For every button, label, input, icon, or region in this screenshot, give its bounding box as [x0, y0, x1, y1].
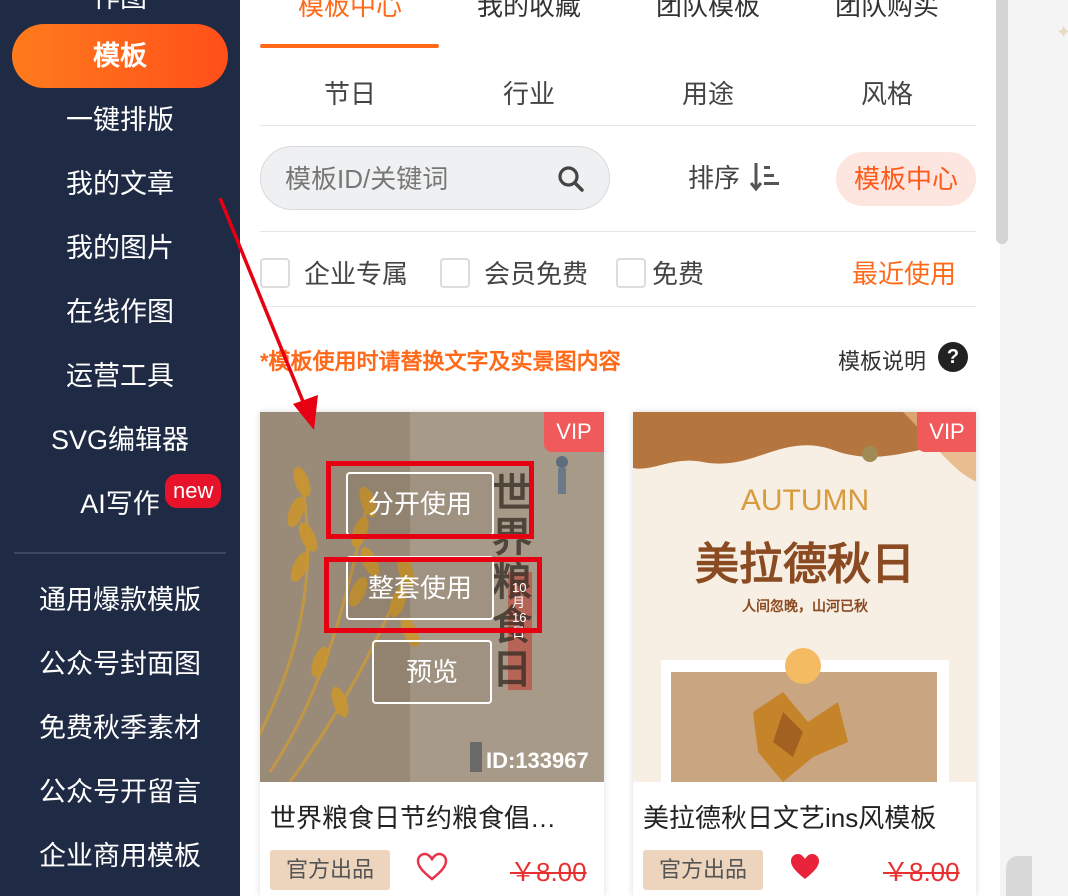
- tab-template-center[interactable]: 模板中心: [260, 0, 440, 23]
- sidebar-item-template[interactable]: 模板: [12, 24, 228, 88]
- sidebar-divider: [14, 552, 226, 554]
- sidebar-item-commercial[interactable]: 企业商用模板: [0, 824, 240, 888]
- annotation-arrow-icon: [218, 197, 318, 430]
- recent-used-link[interactable]: 最近使用: [852, 254, 956, 291]
- sort-button[interactable]: 排序: [688, 158, 740, 195]
- template-thumbnail[interactable]: AUTUMN 美拉德秋日 人间忽晚，山河已秋 VIP: [633, 412, 976, 782]
- template-title[interactable]: 世界粮食日节约粮食倡…: [270, 798, 590, 835]
- tab-usage[interactable]: 用途: [618, 74, 798, 111]
- star-icon: ✦: [1056, 22, 1068, 42]
- heart-icon[interactable]: [416, 852, 448, 882]
- help-icon[interactable]: ?: [938, 342, 968, 372]
- tab-team-templates[interactable]: 团队模板: [618, 0, 798, 23]
- official-tag: 官方出品: [643, 850, 763, 890]
- sidebar-item-cover[interactable]: 公众号封面图: [0, 632, 240, 696]
- price: ￥8.00: [883, 857, 960, 887]
- heart-filled-icon[interactable]: [789, 852, 821, 882]
- official-tag: 官方出品: [270, 850, 390, 890]
- divider: [260, 125, 976, 126]
- poster-subtitle: 人间忽晚，山河已秋: [742, 598, 868, 614]
- filter-member-free-label: 会员免费: [484, 259, 589, 289]
- sidebar-item-layout[interactable]: 一键排版: [0, 88, 240, 152]
- sidebar-item-comments[interactable]: 公众号开留言: [0, 760, 240, 824]
- scrollbar[interactable]: [996, 0, 1008, 244]
- poster-cn-title: 美拉德秋日: [695, 540, 915, 589]
- annotation-box: [326, 461, 534, 539]
- free-checkbox[interactable]: [616, 258, 646, 288]
- preview-button[interactable]: 预览: [372, 640, 492, 704]
- sort-icon[interactable]: [750, 160, 780, 192]
- search-icon[interactable]: [557, 165, 585, 193]
- template-center-button[interactable]: 模板中心: [836, 152, 976, 206]
- vip-badge: VIP: [544, 412, 604, 452]
- divider: [260, 231, 976, 232]
- scroll-knob[interactable]: [1006, 856, 1032, 896]
- template-id: ID:133967: [486, 748, 589, 773]
- template-title[interactable]: 美拉德秋日文艺ins风模板: [643, 798, 963, 835]
- filter-free-label: 免费: [652, 259, 705, 289]
- tab-favorites[interactable]: 我的收藏: [439, 0, 619, 23]
- divider: [260, 306, 976, 307]
- vip-badge: VIP: [917, 412, 976, 452]
- poster-en-title: AUTUMN: [740, 484, 870, 517]
- active-tab-indicator: [260, 44, 439, 48]
- member-free-checkbox[interactable]: [440, 258, 470, 288]
- canvas-area: [1000, 0, 1068, 896]
- new-badge: new: [165, 474, 222, 508]
- annotation-box: [324, 557, 542, 633]
- tab-team-purchase[interactable]: 团队购买: [797, 0, 977, 23]
- template-explain-link[interactable]: 模板说明: [838, 344, 926, 376]
- tab-industry[interactable]: 行业: [439, 74, 619, 111]
- template-card[interactable]: AUTUMN 美拉德秋日 人间忽晚，山河已秋 VIP 美拉德秋日文艺ins风模板…: [633, 412, 976, 896]
- price: ￥8.00: [510, 857, 587, 887]
- tab-holiday[interactable]: 节日: [260, 74, 440, 111]
- sidebar-item-popular-templates[interactable]: 通用爆款模版: [0, 568, 240, 632]
- sidebar-item-autumn[interactable]: 免费秋季素材: [0, 696, 240, 760]
- tab-style[interactable]: 风格: [797, 74, 977, 111]
